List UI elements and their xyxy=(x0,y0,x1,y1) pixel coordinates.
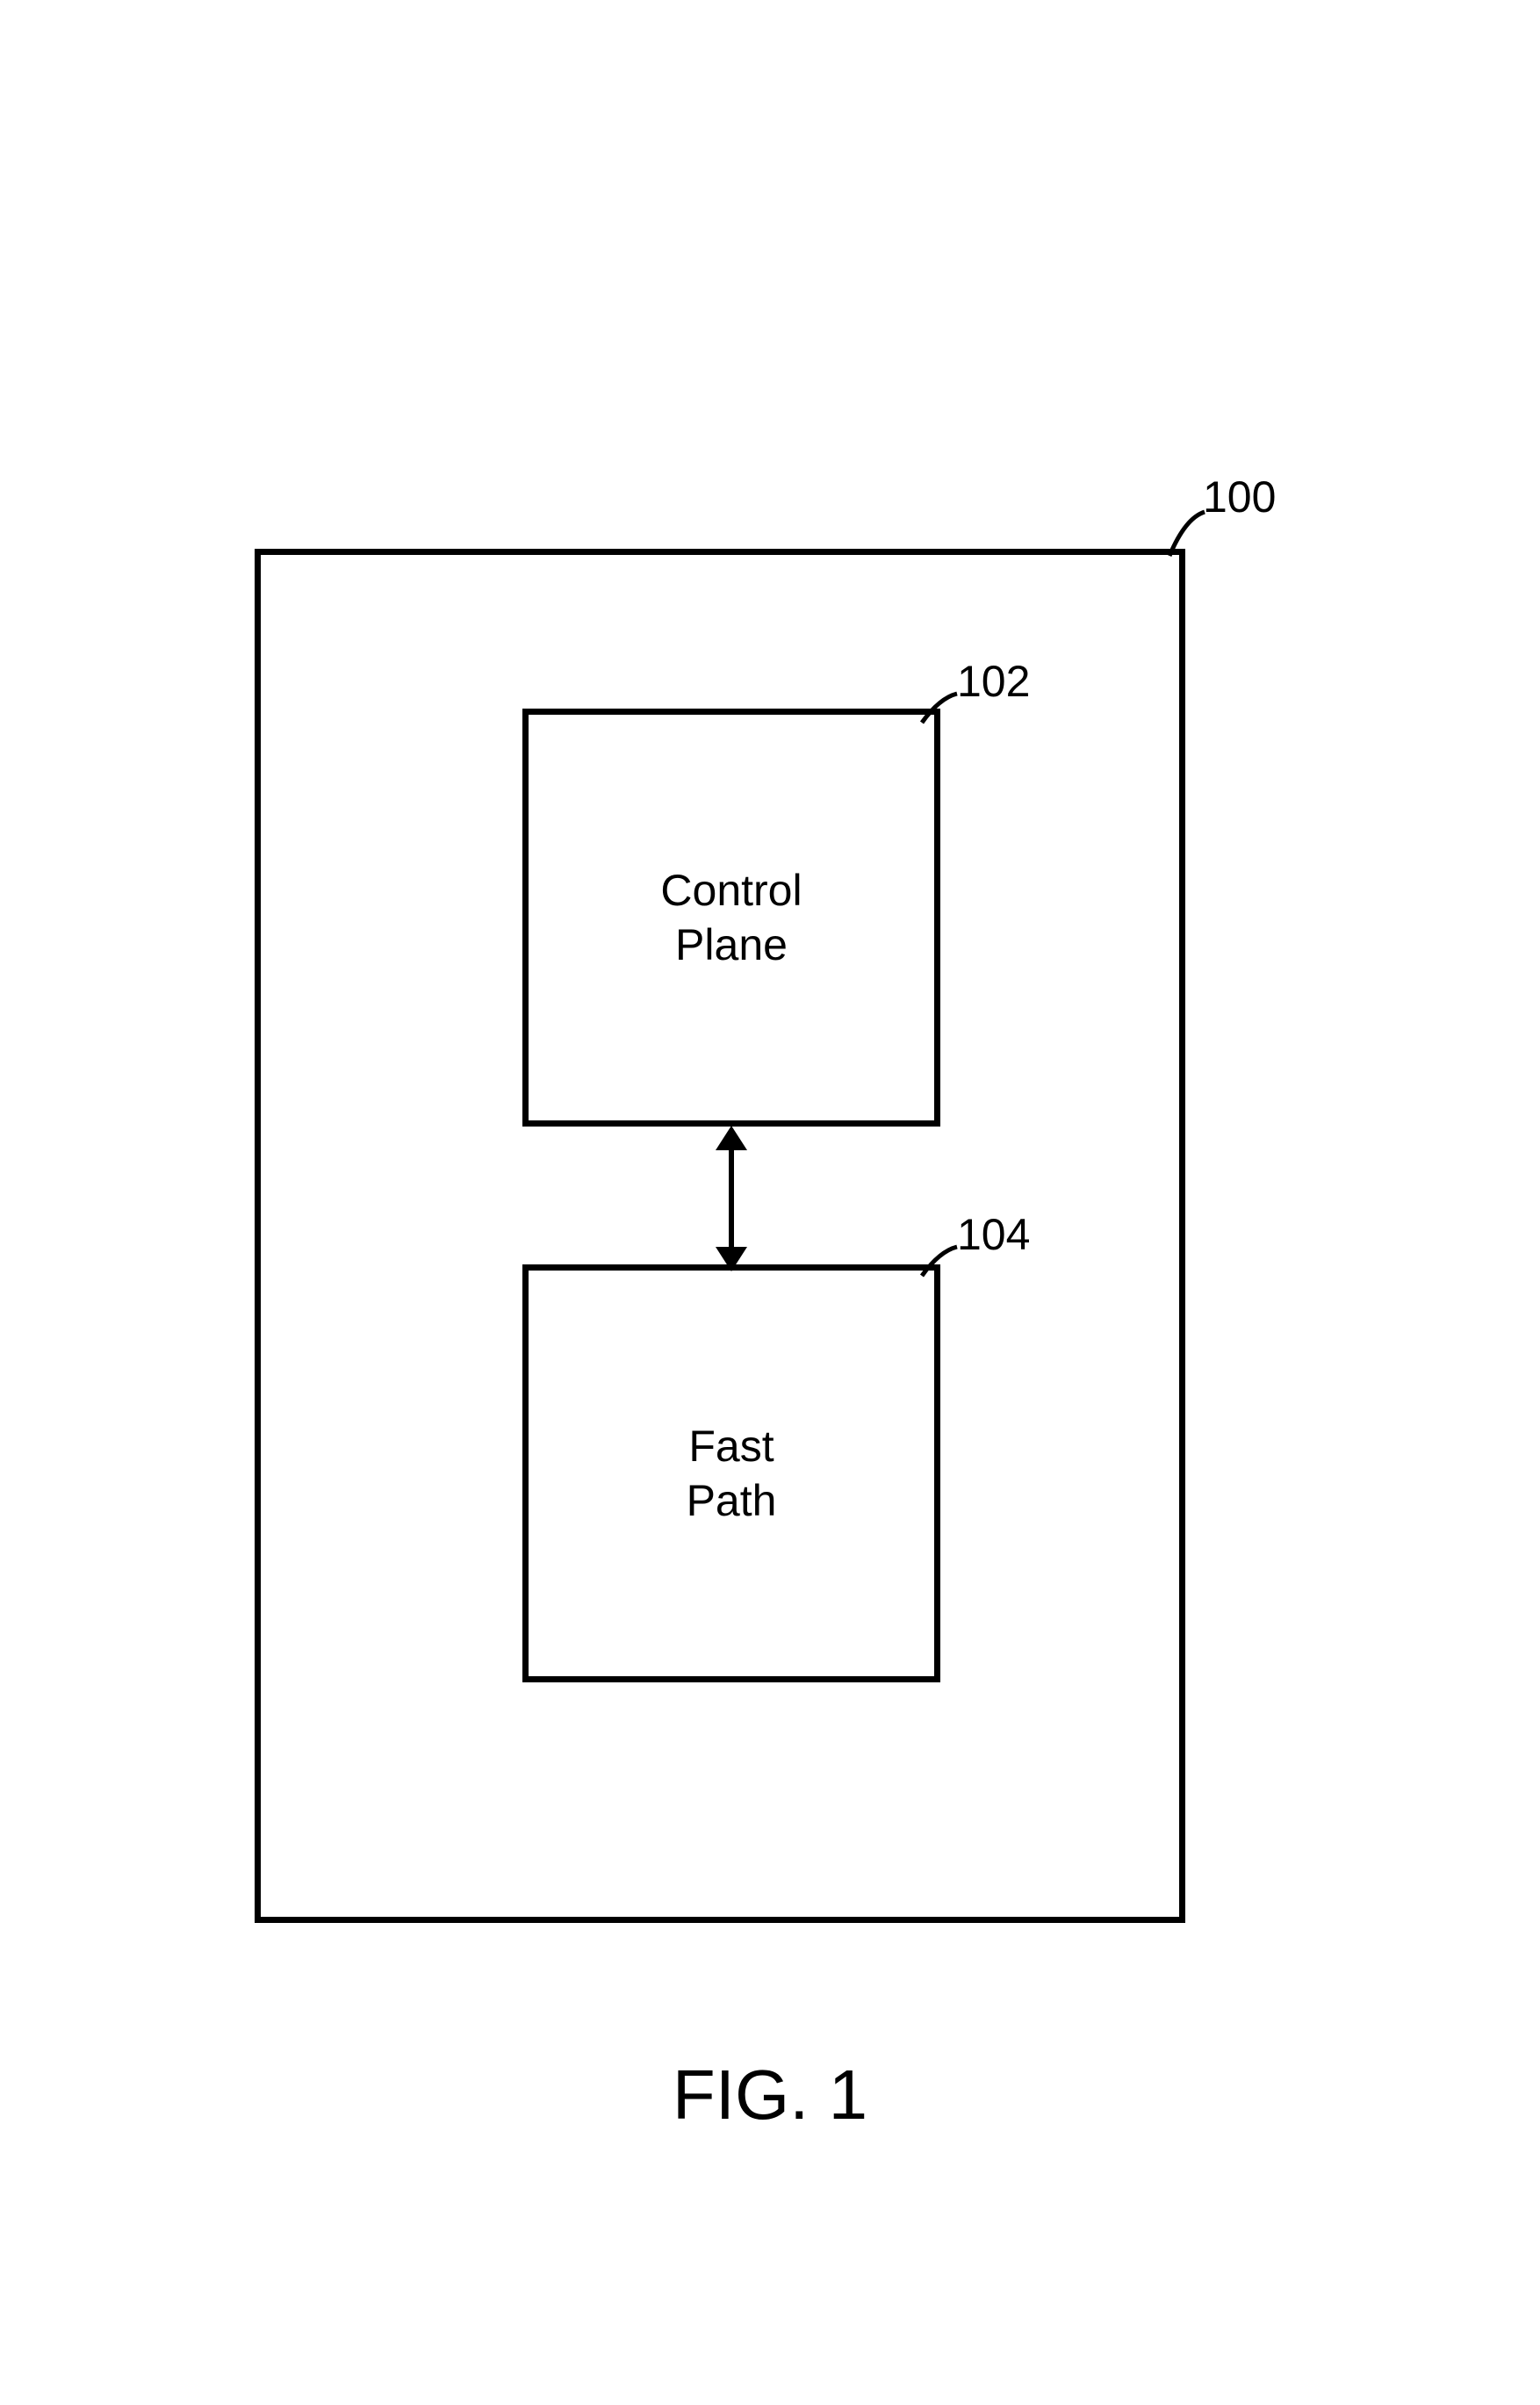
control-plane-box: Control Plane xyxy=(522,709,940,1127)
control-plane-line1: Control xyxy=(660,863,802,918)
fast-path-line2: Path xyxy=(687,1473,777,1529)
reference-label-104: 104 xyxy=(957,1209,1030,1260)
figure-caption: FIG. 1 xyxy=(0,2055,1540,2135)
control-plane-line2: Plane xyxy=(675,918,788,973)
reference-label-100: 100 xyxy=(1203,472,1276,522)
fast-path-box: Fast Path xyxy=(522,1264,940,1682)
fast-path-line1: Fast xyxy=(688,1419,774,1474)
leader-line-100-icon xyxy=(1159,505,1212,566)
outer-container: Control Plane Fast Path xyxy=(255,549,1185,1923)
leader-line-102-icon xyxy=(915,689,963,729)
reference-label-102: 102 xyxy=(957,656,1030,707)
double-arrow-icon xyxy=(705,1124,758,1273)
leader-line-104-icon xyxy=(915,1242,963,1282)
